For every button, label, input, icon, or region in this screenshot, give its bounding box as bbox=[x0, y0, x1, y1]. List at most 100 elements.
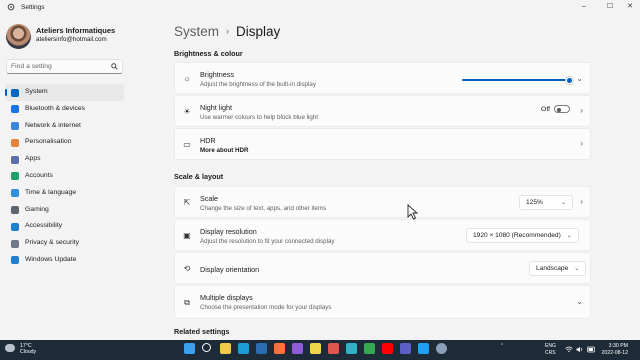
sidebar-item-personalisation[interactable]: Personalisation bbox=[5, 134, 124, 151]
resolution-dropdown[interactable]: 1920 × 1080 (Recommended) ⌄ bbox=[466, 228, 579, 243]
sidebar-item-time-language[interactable]: Time & language bbox=[5, 185, 124, 202]
windows-icon[interactable] bbox=[184, 343, 195, 354]
notes-icon[interactable] bbox=[310, 343, 321, 354]
minimize-button[interactable]: – bbox=[574, 0, 594, 14]
sidebar-item-gaming[interactable]: Gaming bbox=[5, 202, 124, 219]
night-light-title: Night light bbox=[200, 103, 232, 112]
avatar bbox=[6, 24, 31, 49]
photos-icon[interactable] bbox=[292, 343, 303, 354]
sidebar-item-label: System bbox=[25, 88, 48, 95]
chevron-down-icon[interactable]: ⌄ bbox=[576, 297, 583, 306]
teams-icon[interactable] bbox=[400, 343, 411, 354]
settings-icon[interactable] bbox=[436, 343, 447, 354]
chevron-down-icon[interactable]: ⌄ bbox=[576, 74, 583, 83]
files-icon[interactable] bbox=[220, 343, 231, 354]
system-tray[interactable]: ⌃ bbox=[500, 343, 504, 349]
page-title: Display bbox=[236, 24, 281, 39]
resolution-title: Display resolution bbox=[200, 227, 257, 236]
sidebar-item-label: Windows Update bbox=[25, 255, 77, 263]
chevron-right-icon[interactable]: › bbox=[580, 106, 583, 115]
system-icon bbox=[11, 88, 19, 97]
search-input[interactable]: Find a setting bbox=[6, 59, 123, 74]
sidebar-item-label: Accessibility bbox=[25, 222, 63, 230]
browser-icon[interactable] bbox=[346, 343, 357, 354]
sidebar-item-label: Time & language bbox=[25, 188, 77, 196]
search-icon[interactable] bbox=[202, 343, 211, 352]
sidebar-item-accessibility[interactable]: Accessibility bbox=[5, 218, 124, 235]
chevron-down-icon: ⌄ bbox=[566, 233, 572, 239]
pdf-icon[interactable] bbox=[328, 343, 339, 354]
twitter-icon[interactable] bbox=[418, 343, 429, 354]
sidebar-item-label: Gaming bbox=[25, 205, 49, 213]
personalisation-icon bbox=[11, 138, 19, 147]
resolution-subtitle: Adjust the resolution to fit your connec… bbox=[200, 238, 335, 245]
breadcrumb-root[interactable]: System bbox=[174, 24, 219, 39]
orientation-card: ⟲ Display orientation Landscape ⌄ bbox=[174, 252, 591, 284]
title-bar: Settings – ☐ ✕ bbox=[0, 0, 640, 14]
sidebar-item-label: Personalisation bbox=[25, 138, 72, 146]
language-indicator[interactable]: ENG CRS bbox=[545, 343, 556, 356]
wifi-icon[interactable] bbox=[565, 346, 573, 353]
mouse-cursor-icon bbox=[407, 204, 419, 220]
time-language-icon bbox=[11, 189, 19, 198]
cloud-icon bbox=[5, 344, 15, 352]
sidebar-item-label: Network & internet bbox=[25, 121, 81, 129]
sidebar-item-apps[interactable]: Apps bbox=[5, 151, 124, 168]
scale-dropdown[interactable]: 125% ⌄ bbox=[519, 195, 573, 210]
night-light-state: Off bbox=[541, 105, 550, 113]
settings-app-icon bbox=[7, 3, 15, 11]
sidebar-item-network-internet[interactable]: Network & internet bbox=[5, 118, 124, 135]
store-icon[interactable] bbox=[256, 343, 267, 354]
multiple-displays-subtitle: Choose the presentation mode for your di… bbox=[200, 304, 332, 311]
resolution-icon: ▣ bbox=[183, 231, 191, 240]
sidebar: Ateliers Informatiques ateliersinfo@hotm… bbox=[0, 14, 130, 340]
edge-icon[interactable] bbox=[238, 343, 249, 354]
chevron-right-icon[interactable]: › bbox=[580, 197, 583, 206]
window-title: Settings bbox=[21, 3, 45, 11]
close-button[interactable]: ✕ bbox=[620, 0, 640, 14]
scale-value: 125% bbox=[526, 199, 543, 206]
sidebar-item-privacy-security[interactable]: Privacy & security bbox=[5, 235, 124, 252]
hdr-link[interactable]: More about HDR bbox=[200, 147, 248, 154]
settings-window: Settings – ☐ ✕ Ateliers Informatiques at… bbox=[0, 0, 640, 340]
user-profile[interactable]: Ateliers Informatiques ateliersinfo@hotm… bbox=[6, 24, 126, 64]
sidebar-item-bluetooth-devices[interactable]: Bluetooth & devices bbox=[5, 101, 124, 118]
sidebar-item-label: Privacy & security bbox=[25, 239, 80, 247]
scale-icon: ⇱ bbox=[183, 198, 191, 207]
scale-card[interactable]: ⇱ Scale Change the size of text, apps, a… bbox=[174, 186, 591, 218]
night-light-card[interactable]: ☀ Night light Use warmer colours to help… bbox=[174, 95, 591, 127]
clock[interactable]: 3:30 PM 2022-08-12 bbox=[601, 343, 628, 356]
chevron-down-icon: ⌄ bbox=[560, 200, 566, 206]
profile-email: ateliersinfo@hotmail.com bbox=[36, 36, 107, 43]
sidebar-item-accounts[interactable]: Accounts bbox=[5, 168, 124, 185]
section-brightness-colour: Brightness & colour bbox=[174, 49, 243, 58]
orientation-value: Landscape bbox=[536, 265, 569, 272]
firefox-icon[interactable] bbox=[274, 343, 285, 354]
search-icon bbox=[111, 63, 118, 70]
network-internet-icon bbox=[11, 122, 19, 131]
orientation-dropdown[interactable]: Landscape ⌄ bbox=[529, 261, 587, 276]
battery-icon[interactable] bbox=[587, 346, 596, 353]
multiple-displays-card[interactable]: ⧉ Multiple displays Choose the presentat… bbox=[174, 285, 591, 319]
clock-date: 2022-08-12 bbox=[601, 349, 628, 356]
sidebar-item-label: Apps bbox=[25, 155, 41, 163]
volume-icon[interactable] bbox=[576, 346, 584, 353]
slider-thumb[interactable] bbox=[566, 76, 573, 84]
night-light-subtitle: Use warmer colours to help block blue li… bbox=[200, 114, 318, 121]
chevron-up-icon[interactable]: ⌃ bbox=[500, 343, 504, 349]
hdr-card[interactable]: ▭ HDR More about HDR › bbox=[174, 128, 591, 160]
youtube-icon[interactable] bbox=[382, 343, 393, 354]
chrome-icon[interactable] bbox=[364, 343, 375, 354]
night-light-toggle[interactable] bbox=[554, 105, 570, 113]
weather-desc: Cloudy bbox=[20, 349, 37, 355]
chevron-right-icon[interactable]: › bbox=[580, 139, 583, 148]
sidebar-item-system[interactable]: System bbox=[5, 84, 124, 101]
hdr-icon: ▭ bbox=[183, 140, 191, 149]
maximize-button[interactable]: ☐ bbox=[600, 0, 620, 14]
brightness-slider[interactable] bbox=[462, 76, 573, 84]
windows-update-icon bbox=[11, 256, 19, 265]
privacy-security-icon bbox=[11, 239, 19, 248]
multiple-displays-icon: ⧉ bbox=[184, 298, 190, 307]
sidebar-item-windows-update[interactable]: Windows Update bbox=[5, 252, 124, 269]
scale-title: Scale bbox=[200, 194, 218, 203]
